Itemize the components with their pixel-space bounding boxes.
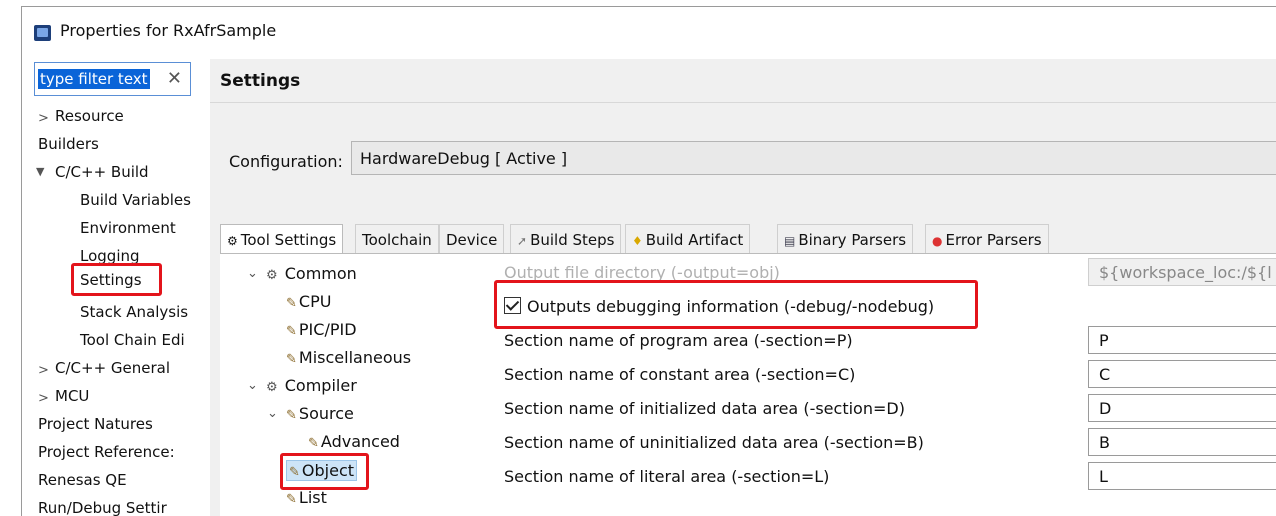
nav-item-run-debug-settings[interactable]: Run/Debug Settir	[38, 499, 167, 516]
nav-item-cpp-general[interactable]: C/C++ General	[55, 359, 170, 377]
highlight-debug-option	[494, 280, 978, 329]
settings-header: Settings	[210, 59, 1276, 103]
property-tree: > Resource Builders ▼ C/C++ Build Build …	[22, 99, 206, 516]
tree-item-label: CPU	[298, 292, 332, 311]
chevron-right-icon[interactable]: >	[38, 391, 49, 406]
chevron-right-icon[interactable]: >	[38, 363, 49, 378]
tab-label: Device	[446, 231, 498, 249]
build-artifact-icon: ♦	[632, 234, 643, 248]
tab-device[interactable]: Device	[439, 224, 505, 253]
nav-item-project-references[interactable]: Project Reference:	[38, 443, 175, 461]
folder-icon: ✎	[286, 352, 297, 367]
tab-tool-settings[interactable]: ⚙ Tool Settings	[220, 224, 344, 255]
tree-item-label: Miscellaneous	[298, 348, 412, 367]
tree-item-pic-pid[interactable]: ✎ PIC/PID	[286, 320, 357, 339]
gear-icon: ⚙	[266, 380, 278, 395]
section-literal-input[interactable]: L	[1088, 462, 1276, 490]
tab-build-steps[interactable]: ➚ Build Steps	[510, 224, 622, 253]
tab-label: Error Parsers	[945, 231, 1042, 249]
nav-item-project-natures[interactable]: Project Natures	[38, 415, 153, 433]
section-constant-input[interactable]: C	[1088, 360, 1276, 388]
section-initialized-label: Section name of initialized data area (-…	[504, 399, 905, 418]
tree-item-label: Common	[284, 264, 357, 283]
app-icon	[34, 25, 51, 41]
error-parsers-icon: ●	[932, 234, 943, 248]
input-value: D	[1099, 399, 1112, 418]
nav-item-mcu[interactable]: MCU	[55, 387, 89, 405]
highlight-settings	[71, 263, 162, 296]
tab-build-artifact[interactable]: ♦ Build Artifact	[625, 224, 751, 253]
section-uninitialized-input[interactable]: B	[1088, 428, 1276, 456]
tree-item-source[interactable]: ✎ Source	[286, 404, 354, 423]
build-steps-icon: ➚	[517, 234, 528, 248]
title-bar: Properties for RxAfrSample	[22, 7, 1276, 57]
configuration-label: Configuration:	[229, 152, 343, 171]
input-value: C	[1099, 365, 1111, 384]
chevron-down-icon[interactable]: ⌄	[247, 266, 258, 281]
folder-icon: ✎	[286, 296, 297, 311]
tab-label: Build Steps	[530, 231, 615, 249]
tree-item-label: Compiler	[284, 376, 357, 395]
clear-filter-icon[interactable]: ✕	[167, 68, 182, 89]
input-value: P	[1099, 331, 1109, 350]
output-dir-field[interactable]: ${workspace_loc:/${l	[1088, 258, 1276, 286]
folder-icon: ✎	[286, 408, 297, 423]
input-value: L	[1099, 467, 1108, 486]
tab-binary-parsers[interactable]: ▤ Binary Parsers	[777, 224, 914, 253]
tree-item-miscellaneous[interactable]: ✎ Miscellaneous	[286, 348, 411, 367]
configuration-select[interactable]: HardwareDebug [ Active ]	[351, 141, 1276, 175]
nav-item-builders[interactable]: Builders	[38, 135, 99, 153]
section-constant-label: Section name of constant area (-section=…	[504, 365, 856, 384]
settings-tabs: ⚙ Tool Settings Toolchain Device ➚ Build S…	[220, 224, 1276, 255]
page-title: Settings	[220, 71, 301, 91]
folder-icon: ✎	[286, 492, 297, 507]
properties-dialog: Properties for RxAfrSample type filter t…	[21, 6, 1276, 516]
tree-item-common[interactable]: ⚙ Common	[266, 264, 357, 283]
nav-item-build-variables[interactable]: Build Variables	[80, 191, 191, 209]
tab-error-parsers[interactable]: ● Error Parsers	[925, 224, 1049, 253]
section-literal-label: Section name of literal area (-section=L…	[504, 467, 830, 486]
gear-icon: ⚙	[266, 268, 278, 283]
nav-item-resource[interactable]: Resource	[55, 107, 124, 125]
tree-item-list[interactable]: ✎ List	[286, 488, 327, 507]
nav-item-cpp-build[interactable]: C/C++ Build	[55, 163, 149, 181]
tool-settings-icon: ⚙	[227, 234, 238, 248]
tab-label: Tool Settings	[240, 231, 337, 249]
output-dir-value: ${workspace_loc:/${l	[1099, 263, 1272, 282]
tree-item-advanced[interactable]: ✎ Advanced	[308, 432, 400, 451]
tab-label: Binary Parsers	[798, 231, 907, 249]
tab-label: Build Artifact	[645, 231, 744, 249]
section-uninitialized-label: Section name of uninitialized data area …	[504, 433, 924, 452]
tree-item-compiler[interactable]: ⚙ Compiler	[266, 376, 357, 395]
filter-input[interactable]: type filter text ✕	[34, 62, 191, 96]
window-title: Properties for RxAfrSample	[60, 21, 277, 40]
configuration-value: HardwareDebug [ Active ]	[360, 149, 568, 168]
tree-item-label: Advanced	[320, 432, 400, 451]
section-program-label: Section name of program area (-section=P…	[504, 331, 853, 350]
filter-text[interactable]: type filter text	[38, 69, 150, 89]
tab-label: Toolchain	[362, 231, 432, 249]
section-initialized-input[interactable]: D	[1088, 394, 1276, 422]
binary-parsers-icon: ▤	[784, 234, 796, 248]
tree-item-cpu[interactable]: ✎ CPU	[286, 292, 331, 311]
nav-item-stack-analysis[interactable]: Stack Analysis	[80, 303, 188, 321]
chevron-down-icon[interactable]: ⌄	[267, 406, 278, 421]
highlight-object	[280, 453, 369, 490]
section-program-input[interactable]: P	[1088, 326, 1276, 354]
tree-item-label: PIC/PID	[298, 320, 357, 339]
tree-item-label: List	[298, 488, 327, 507]
tree-item-label: Source	[298, 404, 354, 423]
chevron-right-icon[interactable]: >	[38, 111, 49, 126]
chevron-down-icon[interactable]: ▼	[36, 165, 44, 178]
input-value: B	[1099, 433, 1110, 452]
nav-item-tool-chain-editor[interactable]: Tool Chain Edi	[80, 331, 185, 349]
chevron-down-icon[interactable]: ⌄	[247, 378, 258, 393]
folder-icon: ✎	[286, 324, 297, 339]
nav-item-environment[interactable]: Environment	[80, 219, 176, 237]
folder-icon: ✎	[308, 436, 319, 451]
tab-toolchain[interactable]: Toolchain	[355, 224, 439, 253]
nav-item-renesas-qe[interactable]: Renesas QE	[38, 471, 127, 489]
